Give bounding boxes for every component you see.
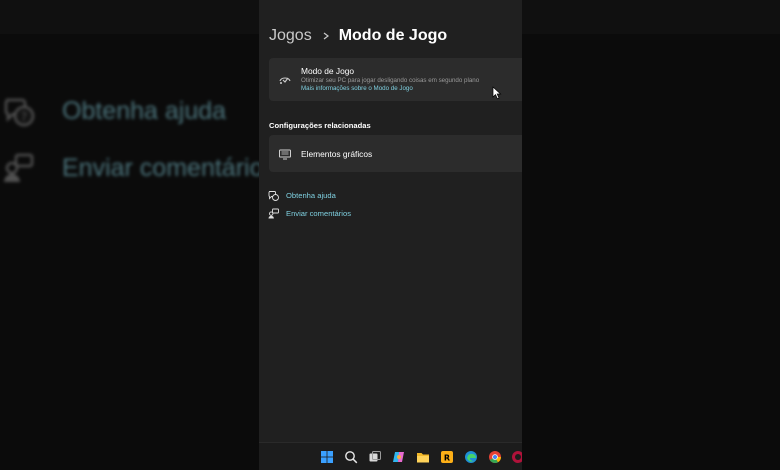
copilot-icon[interactable] [392,450,406,464]
search-icon[interactable] [344,450,358,464]
display-icon [279,149,291,159]
feedback-icon [268,208,279,219]
task-view-icon[interactable] [368,450,382,464]
help-chat-icon: ? [4,98,35,127]
rockstar-launcher-icon[interactable]: R [440,450,454,464]
send-feedback-link[interactable]: Enviar comentários [268,208,351,219]
settings-window: Jogos Modo de Jogo Modo de Jogo Otimizar… [259,0,522,470]
gamepad-icon [279,76,291,84]
game-mode-texts: Modo de Jogo Otimizar seu PC para jogar … [301,66,479,93]
graphics-settings-card[interactable]: Elementos gráficos [269,135,522,172]
breadcrumb: Jogos Modo de Jogo [269,27,447,45]
page-title: Modo de Jogo [338,27,448,44]
send-feedback-label: Enviar comentários [286,209,351,218]
taskbar: R [259,442,522,470]
background-help-link: ? Obtenha ajuda [0,94,226,128]
background-feedback-link: Enviar comentários [0,151,276,185]
get-help-label: Obtenha ajuda [286,191,336,200]
background-feedback-label: Enviar comentários [62,153,276,182]
game-mode-description: Otimizar seu PC para jogar desligando co… [301,77,480,84]
app-icon[interactable] [511,450,522,464]
game-mode-more-info-link[interactable]: Mais informações sobre o Modo de Jogo [301,85,479,93]
chevron-right-icon [323,32,329,40]
breadcrumb-parent-jogos[interactable]: Jogos [269,27,312,45]
feedback-icon [4,153,34,182]
graphics-title: Elementos gráficos [301,148,373,159]
graphics-texts: Elementos gráficos [301,149,372,159]
related-settings-heading: Configurações relacionadas [269,121,371,130]
edge-icon[interactable] [464,450,478,464]
game-mode-card[interactable]: Modo de Jogo Otimizar seu PC para jogar … [269,58,522,101]
chrome-icon[interactable] [488,450,502,464]
game-mode-title: Modo de Jogo [301,66,355,76]
mouse-cursor-icon [492,86,502,100]
get-help-link[interactable]: Obtenha ajuda [268,190,336,201]
file-explorer-icon[interactable] [416,450,430,464]
svg-text:?: ? [21,110,27,124]
help-chat-icon [268,191,279,201]
background-help-label: Obtenha ajuda [62,96,227,125]
svg-text:R: R [444,454,450,463]
windows-start-icon[interactable] [320,450,334,464]
